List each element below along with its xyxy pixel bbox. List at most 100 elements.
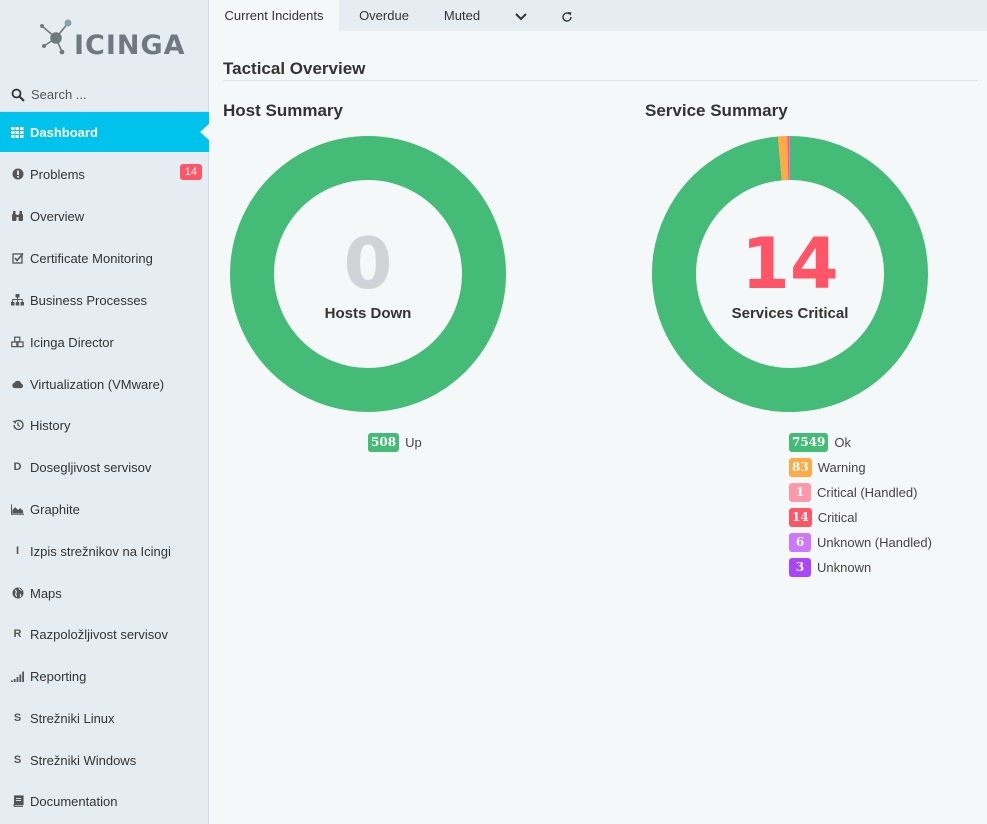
tab-label: Muted bbox=[443, 8, 481, 23]
host-center-label: Hosts Down bbox=[324, 305, 412, 322]
sidebar-item-label: Graphite bbox=[30, 501, 80, 517]
sidebar-item-label: History bbox=[30, 417, 71, 433]
sidebar-item-strezniki-windows[interactable]: S Strežniki Windows bbox=[0, 740, 209, 780]
sidebar: ICINGA Dashboard Problems 14 Overview Certif… bbox=[0, 0, 210, 824]
host-legend-label: Up bbox=[405, 435, 422, 450]
service-legend-label: Critical (Handled) bbox=[817, 485, 918, 500]
service-summary-donut[interactable]: 14 Services Critical bbox=[651, 135, 929, 413]
sidebar-item-reporting[interactable]: Reporting bbox=[0, 656, 209, 696]
page-title: Tactical Overview bbox=[223, 59, 366, 78]
icinga-logo-icon bbox=[40, 19, 72, 55]
service-legend-unknown-handled[interactable]: 6 Unknown (Handled) bbox=[789, 533, 939, 552]
sidebar-item-label: Overview bbox=[30, 208, 85, 224]
sidebar-item-certificate-monitoring[interactable]: Certificate Monitoring bbox=[0, 238, 209, 278]
letter-s-icon: S bbox=[13, 754, 22, 766]
tab-current-incidents[interactable]: Current Incidents bbox=[209, 0, 339, 31]
sidebar-item-problems[interactable]: Problems 14 bbox=[0, 154, 209, 194]
tab-more-dropdown[interactable] bbox=[505, 0, 537, 31]
tab-bar: Current Incidents Overdue Muted bbox=[209, 0, 987, 31]
book-icon bbox=[11, 795, 24, 808]
sidebar-item-maps[interactable]: Maps bbox=[0, 573, 209, 613]
sidebar-item-dashboard[interactable]: Dashboard bbox=[0, 112, 210, 152]
service-legend-critical-handled[interactable]: 1 Critical (Handled) bbox=[789, 483, 939, 502]
service-count-badge: 1 bbox=[789, 483, 811, 502]
sidebar-item-history[interactable]: History bbox=[0, 405, 209, 445]
sidebar-item-documentation[interactable]: Documentation bbox=[0, 781, 209, 821]
sidebar-item-strezniki-linux[interactable]: S Strežniki Linux bbox=[0, 698, 209, 738]
letter-r-icon: R bbox=[13, 628, 22, 640]
service-legend-label: Ok bbox=[834, 435, 852, 450]
sidebar-item-label: Documentation bbox=[30, 793, 118, 809]
sitemap-icon bbox=[11, 294, 24, 307]
problems-count-badge: 14 bbox=[179, 164, 202, 180]
service-legend: 7549 Ok 83 Warning 1 Critical (Handled) 14 Crit… bbox=[789, 433, 939, 583]
letter-d-icon: D bbox=[13, 461, 22, 473]
cubes-icon bbox=[11, 336, 24, 349]
refresh-icon bbox=[562, 11, 572, 22]
service-count-badge: 6 bbox=[789, 533, 811, 552]
sidebar-item-label: Certificate Monitoring bbox=[30, 250, 153, 266]
sidebar-item-overview[interactable]: Overview bbox=[0, 196, 209, 236]
sidebar-item-label: Problems bbox=[30, 166, 85, 182]
main-content: Tactical Overview Host Summary 0 Hosts D… bbox=[209, 31, 987, 824]
sidebar-item-label: Razpoložljivost servisov bbox=[30, 626, 168, 642]
sidebar-item-label: Strežniki Windows bbox=[30, 752, 137, 768]
service-legend-critical[interactable]: 14 Critical bbox=[789, 508, 939, 527]
sidebar-item-izpis-streznikov-na-icingi[interactable]: I Izpis strežnikov na Icingi bbox=[0, 531, 209, 571]
service-center-value: 14 bbox=[741, 223, 839, 305]
area-chart-icon bbox=[11, 503, 24, 516]
check-square-icon bbox=[11, 252, 24, 265]
chevron-down-icon bbox=[515, 12, 527, 20]
title-divider bbox=[223, 80, 978, 81]
grid-icon bbox=[11, 126, 24, 139]
host-summary-title: Host Summary bbox=[223, 101, 343, 120]
sidebar-item-label: Izpis strežnikov na Icingi bbox=[30, 543, 171, 559]
sidebar-item-label: Dosegljivost servisov bbox=[30, 459, 152, 475]
sidebar-item-label: Icinga Director bbox=[30, 334, 114, 350]
host-count-badge: 508 bbox=[368, 433, 400, 452]
binoculars-icon bbox=[11, 210, 24, 223]
alert-circle-icon bbox=[11, 168, 24, 181]
sidebar-item-label: Virtualization (VMware) bbox=[30, 376, 165, 392]
sidebar-item-virtualization-vmware[interactable]: Virtualization (VMware) bbox=[0, 364, 209, 404]
sidebar-item-graphite[interactable]: Graphite bbox=[0, 489, 209, 529]
search-icon bbox=[11, 88, 25, 102]
tab-muted[interactable]: Muted bbox=[429, 0, 495, 31]
tab-overdue[interactable]: Overdue bbox=[345, 0, 423, 31]
service-legend-ok[interactable]: 7549 Ok bbox=[789, 433, 939, 452]
sidebar-item-label: Strežniki Linux bbox=[30, 710, 115, 726]
logo-text: ICINGA bbox=[74, 30, 186, 61]
sidebar-item-label: Dashboard bbox=[30, 124, 98, 140]
cloud-icon bbox=[11, 378, 24, 391]
service-legend-label: Unknown bbox=[817, 560, 872, 575]
service-count-badge: 83 bbox=[789, 458, 812, 477]
service-count-badge: 3 bbox=[789, 558, 811, 577]
service-legend-warning[interactable]: 83 Warning bbox=[789, 458, 939, 477]
sidebar-item-razpolozljivost-servisov[interactable]: R Razpoložljivost servisov bbox=[0, 614, 209, 654]
letter-i-icon: I bbox=[15, 545, 20, 557]
refresh-button[interactable] bbox=[551, 0, 583, 31]
globe-icon bbox=[11, 587, 24, 600]
sidebar-item-business-processes[interactable]: Business Processes bbox=[0, 280, 209, 320]
sidebar-item-icinga-director[interactable]: Icinga Director bbox=[0, 322, 209, 362]
search-box[interactable] bbox=[0, 78, 209, 112]
sidebar-item-dosegljivost-servisov[interactable]: D Dosegljivost servisov bbox=[0, 447, 209, 487]
letter-s-icon: S bbox=[13, 712, 22, 724]
service-legend-label: Critical bbox=[817, 510, 858, 525]
service-count-badge: 7549 bbox=[789, 433, 829, 452]
host-legend-up[interactable]: 508 Up bbox=[368, 433, 422, 452]
host-legend: 508 Up bbox=[368, 433, 422, 458]
service-center-label: Services Critical bbox=[731, 305, 849, 322]
host-summary-donut[interactable]: 0 Hosts Down bbox=[229, 135, 507, 413]
sidebar-item-label: Maps bbox=[30, 585, 62, 601]
service-legend-unknown[interactable]: 3 Unknown bbox=[789, 558, 939, 577]
history-icon bbox=[11, 419, 24, 432]
service-count-badge: 14 bbox=[789, 508, 812, 527]
sidebar-item-label: Business Processes bbox=[30, 292, 148, 308]
icinga-logo[interactable]: ICINGA bbox=[36, 14, 185, 62]
service-summary-title: Service Summary bbox=[645, 101, 788, 120]
signal-bars-icon bbox=[11, 670, 24, 683]
tab-label: Overdue bbox=[359, 8, 409, 23]
tab-label: Current Incidents bbox=[224, 8, 324, 23]
search-input[interactable] bbox=[31, 87, 191, 102]
